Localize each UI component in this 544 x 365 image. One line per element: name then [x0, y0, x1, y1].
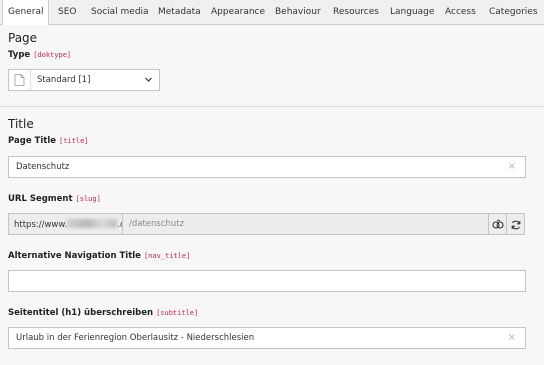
- redacted-domain: [67, 219, 118, 228]
- tab-social-media[interactable]: Social media: [91, 0, 149, 25]
- page-doc-icon: [9, 70, 31, 90]
- tab-resources[interactable]: Resources: [333, 0, 379, 25]
- subtitle-field-name: [subtitle]: [156, 309, 199, 317]
- tab-appearance[interactable]: Appearance: [211, 0, 265, 25]
- refresh-icon: [511, 220, 521, 230]
- type-label: Type [doktype]: [8, 50, 71, 60]
- page-title-label: Page Title [title]: [8, 136, 89, 146]
- subtitle-input[interactable]: Urlaub in der Ferienregion Oberlausitz -…: [8, 327, 526, 349]
- clear-icon[interactable]: ×: [508, 332, 516, 343]
- page-title-label-text: Page Title: [8, 136, 56, 146]
- type-field-name: [doktype]: [33, 51, 72, 59]
- slug-field: https://www..de /datenschutz: [8, 213, 526, 235]
- page-title-input[interactable]: Datenschutz ×: [8, 156, 526, 178]
- nav-title-field-name: [nav_title]: [143, 252, 191, 260]
- type-select-value: Standard [1]: [37, 75, 91, 85]
- type-select[interactable]: Standard [1]: [8, 69, 160, 91]
- nav-title-input[interactable]: [8, 270, 526, 292]
- tab-bar: General SEO Social media Metadata Appear…: [0, 0, 544, 26]
- tab-metadata[interactable]: Metadata: [158, 0, 201, 25]
- slug-prefix-start: https://www.: [14, 220, 68, 230]
- slug-prefix: https://www..de: [8, 213, 131, 235]
- tab-general[interactable]: General: [2, 0, 50, 26]
- page-title-field-name: [title]: [59, 137, 89, 145]
- slug-label: URL Segment [slug]: [8, 194, 101, 204]
- subtitle-label-text: Seitentitel (h1) überschreiben: [8, 308, 154, 318]
- tab-access[interactable]: Access: [445, 0, 476, 25]
- slug-field-name: [slug]: [75, 195, 101, 203]
- tab-categories[interactable]: Categories: [489, 0, 538, 25]
- clear-icon[interactable]: ×: [508, 161, 516, 172]
- recycle-lock-icon: [492, 219, 504, 229]
- page-title-value: Datenschutz: [16, 162, 70, 172]
- tab-seo[interactable]: SEO: [58, 0, 76, 25]
- chevron-down-icon: [144, 75, 153, 87]
- tab-language[interactable]: Language: [390, 0, 434, 25]
- nav-title-label: Alternative Navigation Title [nav_title]: [8, 251, 190, 261]
- tab-behaviour[interactable]: Behaviour: [275, 0, 321, 25]
- nav-title-label-text: Alternative Navigation Title: [8, 251, 141, 261]
- slug-toggle-edit-button[interactable]: [489, 213, 507, 235]
- slug-recalculate-button[interactable]: [507, 213, 525, 235]
- page-section-heading: Page: [8, 31, 38, 45]
- page-section: [0, 25, 544, 107]
- type-label-text: Type: [8, 50, 31, 60]
- slug-value: /datenschutz: [129, 219, 185, 229]
- subtitle-label: Seitentitel (h1) überschreiben [subtitle]: [8, 308, 198, 318]
- title-section-heading: Title: [8, 117, 34, 131]
- slug-label-text: URL Segment: [8, 194, 73, 204]
- slug-input[interactable]: /datenschutz: [122, 213, 489, 235]
- subtitle-value: Urlaub in der Ferienregion Oberlausitz -…: [16, 333, 255, 343]
